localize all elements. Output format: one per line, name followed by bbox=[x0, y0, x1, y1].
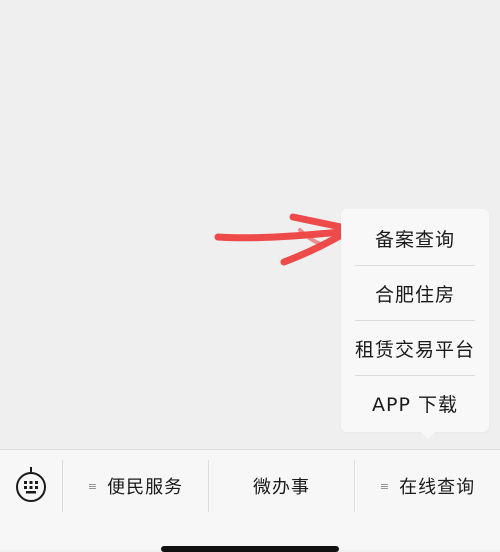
menu-item-label: APP 下载 bbox=[372, 393, 458, 416]
tab-convenience-services[interactable]: ≡ 便民服务 bbox=[63, 460, 208, 512]
menu-item-rental-platform[interactable]: 租赁交易平台 bbox=[341, 321, 489, 375]
tab-label: 便民服务 bbox=[107, 477, 184, 498]
popup-caret bbox=[420, 431, 436, 439]
tab-label: 微办事 bbox=[253, 477, 310, 498]
bottom-menu-bar: ≡ 便民服务 微办事 ≡ 在线查询 bbox=[0, 449, 500, 550]
keyboard-toggle-button[interactable] bbox=[15, 466, 47, 504]
tab-online-query[interactable]: ≡ 在线查询 bbox=[355, 460, 500, 512]
service-popup-menu: 备案查询 合肥住房 租赁交易平台 APP 下载 bbox=[341, 209, 489, 432]
home-indicator bbox=[161, 546, 339, 552]
menu-item-label: 租赁交易平台 bbox=[354, 338, 475, 361]
menu-item-app-download[interactable]: APP 下载 bbox=[341, 376, 489, 430]
tab-micro-affairs[interactable]: 微办事 bbox=[209, 460, 354, 512]
keyboard-icon bbox=[16, 467, 46, 502]
menu-item-hefei-housing[interactable]: 合肥住房 bbox=[341, 266, 489, 320]
menu-item-label: 合肥住房 bbox=[374, 283, 455, 306]
menu-item-label: 备案查询 bbox=[374, 228, 455, 251]
menu-lines-icon: ≡ bbox=[379, 479, 391, 493]
menu-item-filing-query[interactable]: 备案查询 bbox=[341, 211, 489, 265]
menu-lines-icon: ≡ bbox=[87, 479, 99, 493]
tab-label: 在线查询 bbox=[399, 477, 476, 498]
